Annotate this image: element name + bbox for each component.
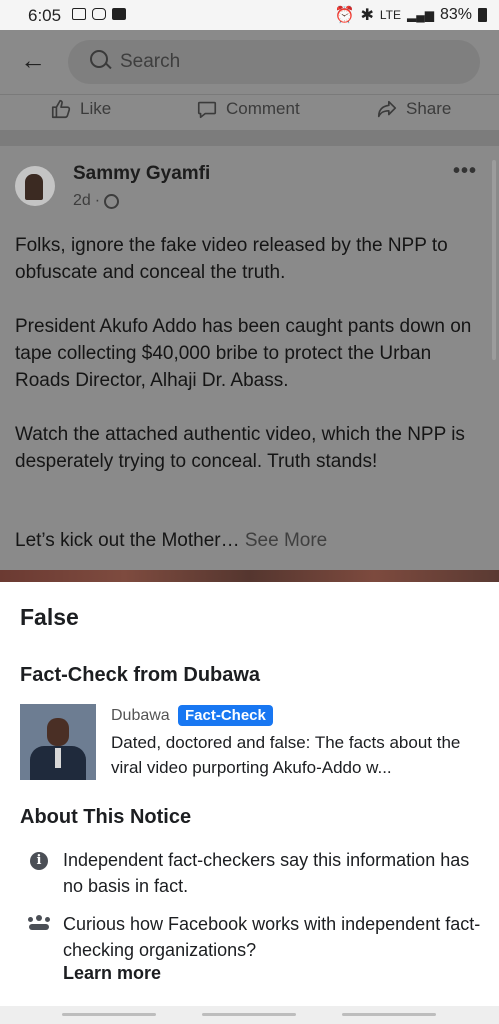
thumbs-up-icon — [51, 99, 71, 119]
post-age: 2d — [73, 192, 91, 209]
post-paragraph: Watch the attached authentic video, whic… — [15, 424, 465, 472]
info-text: Independent fact-checkers say this infor… — [63, 850, 470, 896]
nav-home-button[interactable] — [202, 1013, 296, 1016]
gallery-icon — [72, 8, 86, 20]
system-icons: ⏰ ✱ LTE ▂▄▆ 83% — [335, 5, 487, 25]
instagram-icon — [92, 8, 106, 20]
attached-video-preview[interactable] — [0, 570, 499, 582]
about-notice-heading: About This Notice — [20, 806, 192, 828]
share-icon — [377, 100, 397, 118]
avatar[interactable] — [15, 166, 55, 206]
post-action-bar: Like Comment Share — [0, 94, 499, 131]
bluetooth-icon: ✱ — [360, 7, 374, 24]
fact-check-badge: Fact-Check — [178, 705, 273, 726]
clock: 6:05 — [28, 6, 62, 25]
more-options-icon[interactable]: ••• — [453, 160, 477, 183]
signal-icon: ▂▄▆ — [407, 8, 434, 22]
back-arrow-icon[interactable]: ← — [20, 46, 46, 74]
globe-icon — [104, 193, 120, 209]
battery-level: 83% — [439, 6, 472, 23]
message-icon — [112, 8, 126, 20]
battery-icon — [478, 8, 487, 22]
share-label: Share — [406, 99, 452, 118]
comment-button[interactable]: Comment — [196, 98, 300, 120]
learn-more-link[interactable]: Learn more — [63, 963, 161, 984]
post-author[interactable]: Sammy Gyamfi — [73, 163, 210, 185]
alarm-icon: ⏰ — [334, 7, 355, 24]
truncated-text: Let’s kick out the Mother… — [15, 530, 240, 551]
comment-icon — [197, 101, 217, 119]
article-headline[interactable]: Dated, doctored and false: The facts abo… — [111, 730, 481, 780]
search-placeholder: Search — [120, 51, 181, 72]
meta-dot: · — [94, 192, 101, 209]
people-icon — [28, 915, 50, 931]
post-paragraph: Folks, ignore the fake video released by… — [15, 235, 448, 283]
status-bar: 6:05 ⏰ ✱ LTE ▂▄▆ 83% — [0, 0, 499, 30]
article-publisher: Dubawa — [111, 707, 170, 724]
nav-back-button[interactable] — [342, 1013, 436, 1016]
scrollbar[interactable] — [492, 160, 496, 360]
nav-recent-button[interactable] — [62, 1013, 156, 1016]
curious-text: Curious how Facebook works with independ… — [63, 914, 481, 960]
network-type: LTE — [379, 8, 401, 22]
feed-separator — [0, 130, 499, 146]
post-meta: 2d · — [73, 192, 120, 210]
like-label: Like — [80, 99, 112, 118]
like-button[interactable]: Like — [50, 98, 111, 120]
post-paragraph: President Akufo Addo has been caught pan… — [15, 316, 472, 391]
see-more-link[interactable]: See More — [245, 530, 327, 551]
fact-check-title: Fact-Check from Dubawa — [20, 664, 261, 686]
fact-check-rating: False — [20, 604, 79, 630]
article-thumbnail[interactable] — [20, 704, 96, 780]
notification-icons — [72, 8, 126, 20]
search-input[interactable]: Search — [68, 40, 480, 84]
info-icon: i — [30, 852, 48, 870]
comment-label: Comment — [226, 99, 300, 118]
search-icon — [90, 50, 108, 68]
post-paragraph-truncated: Let’s kick out the Mother… See More — [15, 527, 485, 554]
share-button[interactable]: Share — [376, 98, 451, 120]
